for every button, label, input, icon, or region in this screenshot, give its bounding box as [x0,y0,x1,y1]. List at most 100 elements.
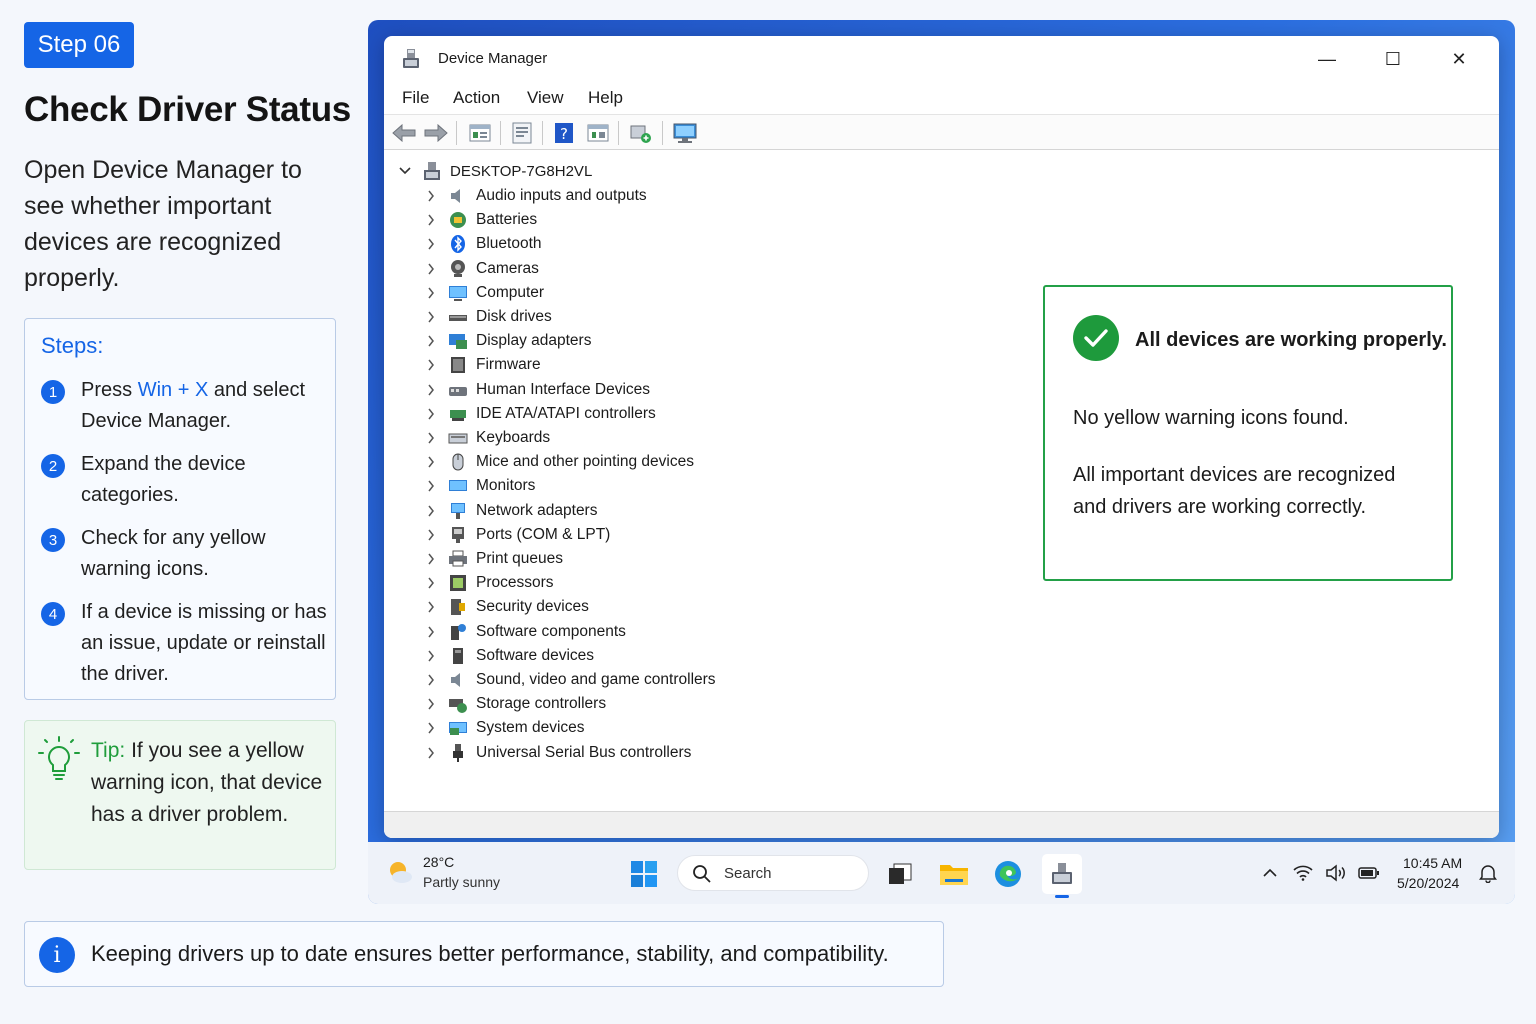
device-category-row[interactable]: Human Interface Devices [422,379,650,401]
clock-time[interactable]: 10:45 AM [1403,855,1462,871]
battery-icon[interactable] [1358,862,1380,884]
device-category-row[interactable]: Audio inputs and outputs [422,185,647,207]
volume-icon[interactable] [1325,862,1347,884]
chevron-right-icon[interactable] [422,187,440,205]
active-indicator [1055,895,1069,898]
chevron-right-icon[interactable] [422,235,440,253]
chevron-right-icon[interactable] [422,744,440,762]
view-icon[interactable] [584,119,612,147]
menu-help[interactable]: Help [588,88,623,108]
device-category-row[interactable]: Bluetooth [422,233,542,255]
chevron-down-icon[interactable] [396,162,414,180]
device-category-row[interactable]: Cameras [422,258,539,280]
back-icon[interactable] [390,119,418,147]
keyboard-icon [448,428,468,448]
toolbar-separator [456,121,457,145]
device-category-row[interactable]: Keyboards [422,427,550,449]
camera-icon [448,259,468,279]
minimize-button[interactable]: — [1304,44,1350,74]
ide-icon [448,404,468,424]
step-number: 3 [41,528,65,552]
chevron-right-icon[interactable] [422,332,440,350]
chevron-right-icon[interactable] [422,260,440,278]
chevron-up-icon[interactable] [1259,862,1281,884]
task-view-icon[interactable] [880,854,920,894]
device-category-row[interactable]: Disk drives [422,306,552,328]
edge-browser-icon[interactable] [988,854,1028,894]
chevron-right-icon[interactable] [422,526,440,544]
device-category-row[interactable]: Universal Serial Bus controllers [422,742,691,764]
device-category-row[interactable]: System devices [422,717,585,739]
help-icon[interactable]: ? [550,119,578,147]
properties-icon[interactable] [466,119,494,147]
menu-view[interactable]: View [527,88,564,108]
maximize-button[interactable]: ☐ [1370,44,1416,74]
device-category-row[interactable]: Network adapters [422,500,597,522]
forward-icon[interactable] [422,119,450,147]
start-button[interactable] [624,854,664,894]
tree-root-node[interactable]: DESKTOP-7G8H2VL [396,160,592,182]
close-button[interactable]: ✕ [1436,44,1482,74]
chevron-right-icon[interactable] [422,695,440,713]
device-category-row[interactable]: Sound, video and game controllers [422,669,716,691]
update-driver-icon[interactable] [508,119,536,147]
device-category-row[interactable]: Monitors [422,475,535,497]
info-banner: i Keeping drivers up to date ensures bet… [24,921,944,987]
taskbar-search[interactable]: Search [677,855,869,891]
device-category-row[interactable]: Computer [422,282,544,304]
chevron-right-icon[interactable] [422,671,440,689]
monitor-icon[interactable] [671,119,699,147]
device-manager-taskbar-icon[interactable] [1042,854,1082,898]
chevron-right-icon[interactable] [422,477,440,495]
device-category-row[interactable]: Ports (COM & LPT) [422,524,610,546]
step-number: 2 [41,454,65,478]
scan-hardware-icon[interactable] [627,119,655,147]
toolbar: ? [384,114,1499,150]
chevron-right-icon[interactable] [422,284,440,302]
disk-icon [448,307,468,327]
chevron-right-icon[interactable] [422,574,440,592]
device-category-label: Processors [476,574,554,592]
chevron-right-icon[interactable] [422,381,440,399]
battery-icon [448,210,468,230]
toolbar-separator [500,121,501,145]
device-category-row[interactable]: Storage controllers [422,693,606,715]
chevron-right-icon[interactable] [422,623,440,641]
chevron-right-icon[interactable] [422,211,440,229]
menu-file[interactable]: File [402,88,429,108]
chevron-right-icon[interactable] [422,502,440,520]
chevron-right-icon[interactable] [422,453,440,471]
device-category-row[interactable]: Processors [422,572,554,594]
chevron-right-icon[interactable] [422,356,440,374]
device-category-row[interactable]: Software components [422,621,626,643]
clock-date[interactable]: 5/20/2024 [1397,875,1459,891]
chevron-right-icon[interactable] [422,429,440,447]
device-category-row[interactable]: IDE ATA/ATAPI controllers [422,403,656,425]
chevron-right-icon[interactable] [422,308,440,326]
chevron-right-icon[interactable] [422,647,440,665]
device-category-label: Firmware [476,356,541,374]
wifi-icon[interactable] [1292,862,1314,884]
sound-icon [448,670,468,690]
chevron-right-icon[interactable] [422,719,440,737]
device-category-row[interactable]: Display adapters [422,330,591,352]
device-category-row[interactable]: Batteries [422,209,537,231]
device-category-row[interactable]: Print queues [422,548,563,570]
device-category-row[interactable]: Firmware [422,354,541,376]
chevron-right-icon[interactable] [422,598,440,616]
menu-action[interactable]: Action [453,88,500,108]
device-category-row[interactable]: Mice and other pointing devices [422,451,694,473]
weather-sun-icon[interactable] [386,858,414,886]
chevron-right-icon[interactable] [422,550,440,568]
toolbar-separator [662,121,663,145]
weather-description[interactable]: Partly sunny [423,874,500,890]
chevron-right-icon[interactable] [422,405,440,423]
title-bar[interactable]: Device Manager — ☐ ✕ [384,36,1499,80]
device-category-row[interactable]: Security devices [422,596,589,618]
weather-temperature[interactable]: 28°C [423,854,454,870]
file-explorer-icon[interactable] [934,854,974,894]
notification-bell-icon[interactable] [1477,862,1499,884]
device-category-label: Ports (COM & LPT) [476,525,611,543]
software-component-icon [448,622,468,642]
device-category-row[interactable]: Software devices [422,645,594,667]
